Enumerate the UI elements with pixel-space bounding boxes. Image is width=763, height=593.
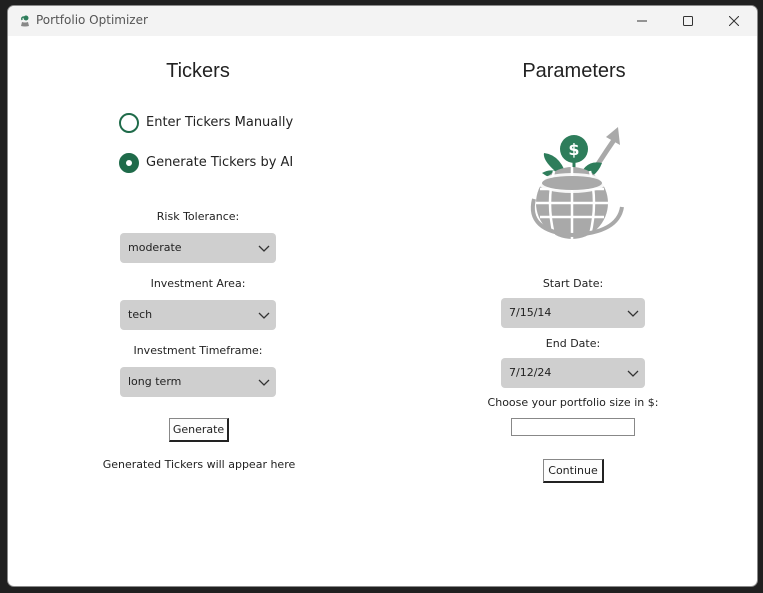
radio-enter-manually[interactable]: Enter Tickers Manually [119,113,319,135]
minimize-button[interactable] [619,6,665,36]
radio-label-manual: Enter Tickers Manually [146,115,294,130]
chevron-down-icon [627,310,639,317]
generate-button-label: Generate [172,423,225,436]
start-date-picker[interactable]: 7/15/14 [501,298,645,328]
radio-button-selected[interactable] [119,153,139,173]
generated-tickers-note: Generated Tickers will appear here [102,458,296,471]
money-plant-growth-icon: $ [530,127,624,239]
generate-button[interactable]: Generate [169,418,229,442]
maximize-button[interactable] [665,6,711,36]
minimize-icon [637,20,647,22]
investment-area-label: Investment Area: [150,277,246,290]
end-date-value: 7/12/24 [509,366,552,379]
risk-tolerance-value: moderate [128,241,182,254]
parameters-heading: Parameters [522,60,626,82]
portfolio-size-label: Choose your portfolio size in $: [487,396,659,409]
chevron-down-icon [627,370,639,377]
investment-area-dropdown[interactable]: tech [120,300,276,330]
window-title: Portfolio Optimizer [36,13,148,27]
start-date-label: Start Date: [542,277,604,290]
risk-tolerance-dropdown[interactable]: moderate [120,233,276,263]
portfolio-size-input[interactable] [511,418,635,436]
end-date-label: End Date: [545,337,601,350]
title-bar[interactable]: Portfolio Optimizer [8,6,757,36]
chevron-down-icon [258,379,270,386]
risk-tolerance-label: Risk Tolerance: [156,210,240,223]
chevron-down-icon [258,245,270,252]
radio-generate-ai[interactable]: Generate Tickers by AI [119,153,319,175]
investment-timeframe-label: Investment Timeframe: [133,344,263,357]
radio-label-ai: Generate Tickers by AI [146,155,294,170]
tickers-heading: Tickers [166,60,230,82]
investment-timeframe-dropdown[interactable]: long term [120,367,276,397]
radio-button-unselected[interactable] [119,113,139,133]
app-icon [21,15,29,27]
continue-button[interactable]: Continue [543,459,604,483]
chevron-down-icon [258,312,270,319]
maximize-icon [683,16,693,26]
continue-button-label: Continue [548,464,598,477]
end-date-picker[interactable]: 7/12/24 [501,358,645,388]
close-button[interactable] [711,6,757,36]
close-icon [729,16,739,26]
investment-area-value: tech [128,308,153,321]
svg-text:$: $ [568,140,579,159]
investment-timeframe-value: long term [128,375,182,388]
start-date-value: 7/15/14 [509,306,552,319]
app-window: Portfolio Optimizer Tickers Enter Ticker… [7,5,758,587]
